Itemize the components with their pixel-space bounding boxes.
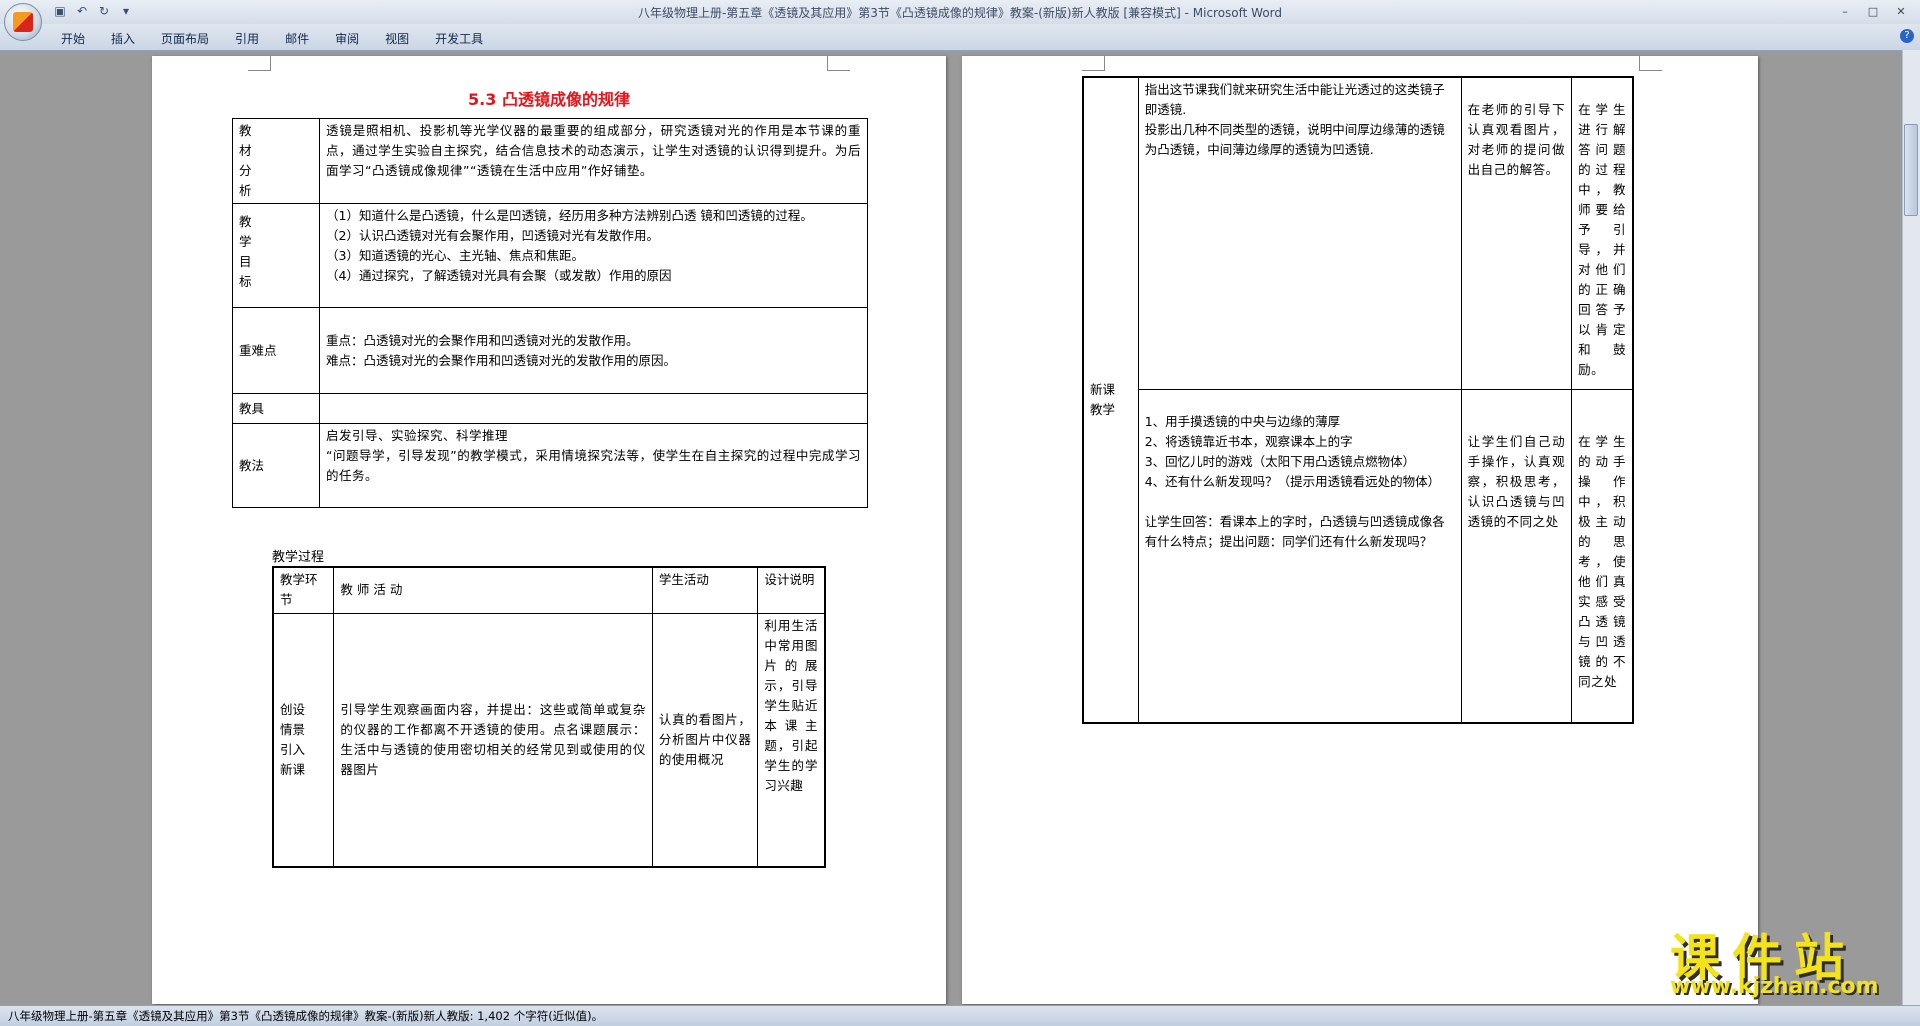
window-controls: – □ ✕ [1832, 2, 1914, 20]
design-note-cell[interactable]: 在学生的动手操作中，积极主动的思考，使他们真实感受凸透镜与凹透镜的不同之处 [1571, 388, 1634, 724]
scrollbar-thumb[interactable] [1904, 124, 1918, 216]
table-header-row: 教学环节 教 师 活 动 学生活动 设计说明 [272, 566, 826, 614]
crop-mark [248, 56, 271, 71]
info-label: 教材分析 [232, 118, 320, 204]
process-table[interactable]: 教学环节 教 师 活 动 学生活动 设计说明 创设情景引入新课 引导学生观察画面… [272, 566, 826, 868]
tab-home[interactable]: 开始 [48, 28, 98, 49]
stage-cell: 新课教学 [1082, 76, 1139, 724]
table-row: 1、用手摸透镜的中央与边缘的薄厚 2、将透镜靠近书本，观察课本上的字 3、回忆儿… [1083, 388, 1634, 724]
crop-mark [1639, 56, 1662, 71]
header-cell: 教 师 活 动 [333, 566, 653, 614]
tab-mailings[interactable]: 邮件 [272, 28, 322, 49]
watermark-url: www.kjzhan.com [1670, 974, 1879, 999]
crop-mark [1082, 56, 1105, 71]
title-bar: ▣ ↶ ↻ ▾ 八年级物理上册-第五章《透镜及其应用》第3节《凸透镜成像的规律》… [0, 0, 1920, 25]
status-bar: 八年级物理上册-第五章《透镜及其应用》第3节《凸透镜成像的规律》教案-(新版)新… [0, 1005, 1920, 1026]
info-label: 教学目标 [232, 203, 320, 308]
tab-page-layout[interactable]: 页面布局 [148, 28, 222, 49]
table-row: 教材分析 透镜是照相机、投影机等光学仪器的最重要的组成部分，研究透镜对光的作用是… [232, 118, 868, 204]
process-section-label: 教学过程 [272, 550, 325, 565]
header-cell: 设计说明 [757, 566, 826, 614]
watermark-logo: 课件站 www.kjzhan.com [1656, 918, 1892, 1002]
info-content[interactable]: 重点：凸透镜对光的会聚作用和凹透镜对光的发散作用。 难点：凸透镜对光的会聚作用和… [319, 307, 868, 394]
header-cell: 教学环节 [272, 566, 335, 614]
header-cell: 学生活动 [651, 566, 759, 614]
process-table-continued[interactable]: 新课教学 指出这节课我们就来研究生活中能让光透过的这类镜子即透镜. 投影出几种不… [1082, 76, 1634, 724]
info-content[interactable] [319, 393, 868, 424]
design-note-cell[interactable]: 利用生活中常用图片的展示，引导学生贴近本课主题，引起学生的学习兴趣 [757, 612, 826, 868]
teacher-activity-cell[interactable]: 指出这节课我们就来研究生活中能让光透过的这类镜子即透镜. 投影出几种不同类型的透… [1137, 76, 1462, 390]
status-text: 八年级物理上册-第五章《透镜及其应用》第3节《凸透镜成像的规律》教案-(新版)新… [8, 1009, 604, 1023]
close-icon[interactable]: ✕ [1888, 2, 1914, 20]
info-label: 教法 [232, 423, 320, 508]
tab-review[interactable]: 审阅 [322, 28, 372, 49]
ribbon-tabs: 开始 插入 页面布局 引用 邮件 审阅 视图 开发工具 [48, 28, 496, 49]
window-title: 八年级物理上册-第五章《透镜及其应用》第3节《凸透镜成像的规律》教案-(新版)新… [637, 6, 1283, 20]
info-content[interactable]: （1）知道什么是凸透镜，什么是凹透镜，经历用多种方法辨别凸透 镜和凹透镜的过程。… [319, 203, 868, 308]
vertical-scrollbar[interactable] [1902, 50, 1920, 1005]
lesson-info-table[interactable]: 教材分析 透镜是照相机、投影机等光学仪器的最重要的组成部分，研究透镜对光的作用是… [232, 118, 868, 508]
crop-mark [827, 56, 850, 71]
student-activity-cell[interactable]: 在老师的引导下认真观看图片，对老师的提问做出自己的解答。 [1460, 76, 1573, 390]
table-row: 新课教学 指出这节课我们就来研究生活中能让光透过的这类镜子即透镜. 投影出几种不… [1082, 76, 1634, 724]
info-label: 重难点 [232, 307, 320, 394]
table-row: 创设情景引入新课 引导学生观察画面内容，并提出：这些或简单或复杂的仪器的工作都离… [272, 612, 826, 868]
tab-developer[interactable]: 开发工具 [422, 28, 496, 49]
teacher-activity-cell[interactable]: 引导学生观察画面内容，并提出：这些或简单或复杂的仪器的工作都离不开透镜的使用。点… [333, 612, 653, 868]
table-row: 教法 启发引导、实验探究、科学推理 “问题导学，引导发现”的教学模式，采用情境探… [232, 423, 868, 508]
info-label: 教具 [232, 393, 320, 424]
student-activity-cell[interactable]: 认真的看图片，分析图片中仪器的使用概况 [651, 612, 759, 868]
maximize-icon[interactable]: □ [1860, 2, 1886, 20]
stage-cell: 创设情景引入新课 [272, 612, 335, 868]
office-button[interactable] [4, 3, 42, 41]
ribbon: 开始 插入 页面布局 引用 邮件 审阅 视图 开发工具 ? [0, 24, 1920, 51]
minimize-icon[interactable]: – [1832, 2, 1858, 20]
table-row: 重难点 重点：凸透镜对光的会聚作用和凹透镜对光的发散作用。 难点：凸透镜对光的会… [232, 307, 868, 394]
table-row: 教具 [232, 393, 868, 424]
document-title[interactable]: 5.3 凸透镜成像的规律 [152, 86, 946, 110]
design-note-cell[interactable]: 在学生进行解答问题的过程中，教师要给予引导，并对他们的正确回答予以肯定和鼓励。 [1571, 76, 1634, 390]
info-content[interactable]: 启发引导、实验探究、科学推理 “问题导学，引导发现”的教学模式，采用情境探究法等… [319, 423, 868, 508]
help-icon[interactable]: ? [1900, 29, 1914, 43]
table-row: 教学目标 （1）知道什么是凸透镜，什么是凹透镜，经历用多种方法辨别凸透 镜和凹透… [232, 203, 868, 308]
tab-insert[interactable]: 插入 [98, 28, 148, 49]
tab-view[interactable]: 视图 [372, 28, 422, 49]
info-content[interactable]: 透镜是照相机、投影机等光学仪器的最重要的组成部分，研究透镜对光的作用是本节课的重… [319, 118, 868, 204]
office-logo-icon [13, 12, 33, 32]
tab-references[interactable]: 引用 [222, 28, 272, 49]
student-activity-cell[interactable]: 让学生们自己动手操作，认真观察，积极思考，认识凸透镜与凹透镜的不同之处 [1460, 388, 1573, 724]
teacher-activity-cell[interactable]: 1、用手摸透镜的中央与边缘的薄厚 2、将透镜靠近书本，观察课本上的字 3、回忆儿… [1137, 388, 1462, 724]
